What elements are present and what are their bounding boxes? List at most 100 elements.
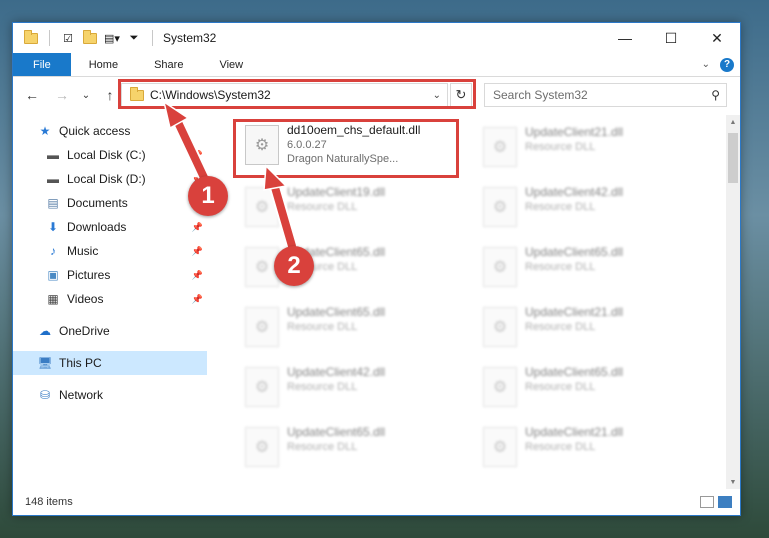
- file-tile[interactable]: ⚙ UpdateClient65.dll Resource DLL: [471, 363, 701, 421]
- search-placeholder: Search System32: [493, 88, 588, 102]
- pin-icon[interactable]: 📌: [192, 270, 203, 281]
- sidebar-item-music[interactable]: ♪ Music 📌: [13, 239, 207, 263]
- dll-file-icon: ⚙: [483, 187, 517, 227]
- navigation-bar: ← → ⌄ ↑ C:\Windows\System32 ⌄ ↻ Search S…: [13, 79, 740, 109]
- videos-icon: ▦: [47, 292, 59, 306]
- sidebar-item-quick-access[interactable]: ★ Quick access: [13, 119, 207, 143]
- dll-file-icon: ⚙: [245, 367, 279, 407]
- recent-locations-chevron-icon[interactable]: ⌄: [75, 84, 97, 106]
- sidebar-item-this-pc[interactable]: 🖥 This PC: [13, 351, 207, 375]
- tab-view[interactable]: View: [201, 53, 261, 76]
- new-folder-icon[interactable]: [82, 29, 98, 46]
- sidebar-item-label: OneDrive: [59, 324, 110, 338]
- star-icon: ★: [39, 124, 51, 138]
- file-name: UpdateClient21.dll: [525, 425, 624, 439]
- tab-home[interactable]: Home: [71, 53, 136, 76]
- tab-file[interactable]: File: [13, 53, 71, 76]
- item-count: 148 items: [25, 496, 73, 508]
- sidebar-item-documents[interactable]: ▤ Documents 📌: [13, 191, 207, 215]
- sidebar-item-label: Documents: [67, 196, 128, 210]
- file-type: Resource DLL: [525, 381, 596, 393]
- search-icon[interactable]: ⚲: [711, 88, 720, 102]
- music-icon: ♪: [50, 244, 56, 258]
- title-bar: ☑ ▤▾ ⏷ System32 — ☐ ✕: [13, 23, 740, 53]
- pin-icon[interactable]: 📌: [192, 246, 203, 257]
- pin-icon[interactable]: 📌: [192, 222, 203, 233]
- sidebar-item-label: Local Disk (D:): [67, 172, 146, 186]
- help-icon[interactable]: ?: [720, 57, 734, 72]
- dll-file-icon: ⚙: [245, 187, 279, 227]
- file-type: Resource DLL: [287, 381, 358, 393]
- ribbon-tabs: File Home Share View ⌄ ?: [13, 53, 740, 77]
- back-arrow-icon[interactable]: ←: [21, 84, 43, 106]
- close-button[interactable]: ✕: [694, 23, 740, 53]
- tab-share[interactable]: Share: [136, 53, 201, 76]
- sidebar-item-onedrive[interactable]: ☁ OneDrive: [13, 319, 207, 343]
- quick-access-toolbar: ☑ ▤▾ ⏷: [13, 29, 157, 46]
- file-tile[interactable]: ⚙ UpdateClient19.dll Resource DLL: [233, 183, 463, 241]
- address-highlight-box: [118, 79, 476, 109]
- sidebar-item-label: Downloads: [67, 220, 127, 234]
- dll-file-icon: ⚙: [245, 307, 279, 347]
- scroll-up-icon[interactable]: ▲: [726, 115, 740, 129]
- file-type: Resource DLL: [525, 201, 596, 213]
- scrollbar-thumb[interactable]: [728, 133, 738, 183]
- sidebar-item-network[interactable]: ⛁ Network: [13, 383, 207, 407]
- pin-icon[interactable]: 📌: [192, 150, 203, 161]
- pictures-icon: ▣: [47, 268, 59, 282]
- file-highlight-box: [233, 119, 459, 178]
- sidebar-item-pictures[interactable]: ▣ Pictures 📌: [13, 263, 207, 287]
- file-type: Resource DLL: [525, 441, 596, 453]
- scroll-down-icon[interactable]: ▼: [726, 475, 740, 489]
- sidebar-item-label: Network: [59, 388, 104, 402]
- sidebar-item-local-disk-d[interactable]: ▬ Local Disk (D:) 📌: [13, 167, 207, 191]
- file-tile[interactable]: ⚙ UpdateClient21.dll Resource DLL: [471, 303, 701, 361]
- drive-icon: ▬: [47, 148, 59, 162]
- file-tile[interactable]: ⚙ UpdateClient21.dll Resource DLL: [471, 423, 701, 481]
- step-2-badge: 2: [274, 246, 314, 286]
- search-input[interactable]: Search System32 ⚲: [484, 83, 727, 107]
- file-tile[interactable]: ⚙ UpdateClient21.dll Resource DLL: [471, 123, 701, 181]
- minimize-button[interactable]: —: [602, 23, 648, 53]
- dropdown-arrow-icon[interactable]: ⏷: [126, 30, 142, 46]
- computer-icon: 🖥: [37, 356, 53, 370]
- drive-icon: ▬: [47, 172, 59, 186]
- sidebar-item-videos[interactable]: ▦ Videos 📌: [13, 287, 207, 311]
- file-tile[interactable]: ⚙ UpdateClient65.dll Resource DLL: [471, 243, 701, 301]
- vertical-scrollbar[interactable]: ▲ ▼: [726, 115, 740, 489]
- sidebar-item-local-disk-c[interactable]: ▬ Local Disk (C:) 📌: [13, 143, 207, 167]
- step-1-badge: 1: [188, 176, 228, 216]
- file-name: UpdateClient65.dll: [525, 365, 624, 379]
- downloads-icon: ⬇: [47, 220, 59, 234]
- dll-file-icon: ⚙: [483, 367, 517, 407]
- sidebar-item-downloads[interactable]: ⬇ Downloads 📌: [13, 215, 207, 239]
- large-icons-view-icon[interactable]: [718, 496, 732, 508]
- dll-file-icon: ⚙: [483, 247, 517, 287]
- file-type: Resource DLL: [525, 261, 596, 273]
- file-type: Resource DLL: [287, 441, 358, 453]
- file-tile[interactable]: ⚙ UpdateClient65.dll Resource DLL: [233, 423, 463, 481]
- sidebar-item-label: Local Disk (C:): [67, 148, 146, 162]
- maximize-button[interactable]: ☐: [648, 23, 694, 53]
- cloud-icon: ☁: [39, 324, 51, 338]
- expand-ribbon-icon[interactable]: ⌄: [702, 59, 710, 70]
- pin-icon[interactable]: 📌: [192, 294, 203, 305]
- view-toggle: [700, 496, 740, 508]
- properties-icon[interactable]: ☑: [60, 30, 76, 46]
- divider: [49, 30, 50, 46]
- file-tile[interactable]: ⚙ UpdateClient42.dll Resource DLL: [233, 363, 463, 421]
- file-type: Resource DLL: [287, 321, 358, 333]
- file-tile[interactable]: ⚙ UpdateClient65.dll Resource DLL: [233, 243, 463, 301]
- sidebar-item-label: Pictures: [67, 268, 111, 282]
- details-view-icon[interactable]: [700, 496, 714, 508]
- file-type: Resource DLL: [287, 201, 358, 213]
- file-type: Resource DLL: [525, 141, 596, 153]
- file-tile[interactable]: ⚙ UpdateClient42.dll Resource DLL: [471, 183, 701, 241]
- file-name: UpdateClient42.dll: [525, 185, 624, 199]
- forward-arrow-icon[interactable]: →: [51, 84, 73, 106]
- status-bar: 148 items: [13, 489, 740, 515]
- customize-toolbar-icon[interactable]: ▤▾: [104, 30, 120, 46]
- file-tile[interactable]: ⚙ UpdateClient65.dll Resource DLL: [233, 303, 463, 361]
